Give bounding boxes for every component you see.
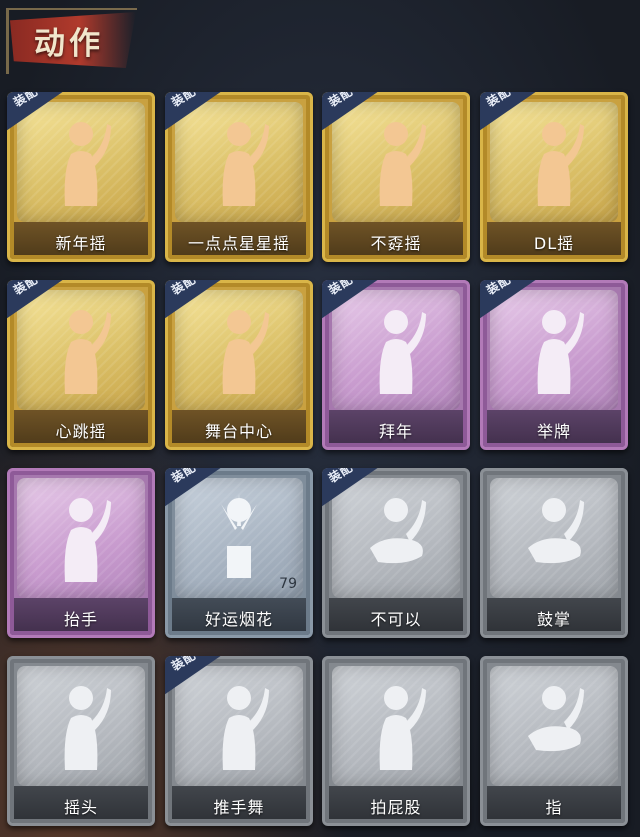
card-label-bar: 指 (480, 786, 628, 826)
emote-name: 摇头 (63, 798, 98, 817)
emote-name: 鼓掌 (536, 610, 571, 629)
figure-head-shake-icon (41, 674, 121, 774)
equipped-badge: 装配 (480, 92, 537, 131)
card-label-bar: DL摇 (480, 222, 628, 262)
emote-card[interactable]: 拍屁股 (322, 656, 470, 826)
equipped-badge: 装配 (322, 280, 379, 319)
equipped-badge: 装配 (322, 468, 379, 507)
emote-card[interactable]: 装配新年摇 (7, 92, 155, 262)
card-label-bar: 举牌 (480, 410, 628, 450)
equipped-badge: 装配 (165, 92, 222, 131)
card-label-bar: 舞台中心 (165, 410, 313, 450)
emote-name: 推手舞 (213, 798, 265, 817)
figure-pat-icon (356, 674, 436, 774)
card-label-bar: 新年摇 (7, 222, 155, 262)
emote-card[interactable]: 79 装配好运烟花 (165, 468, 313, 638)
emote-name: 抬手 (63, 610, 98, 629)
emote-card[interactable]: 装配舞台中心 (165, 280, 313, 450)
emote-card[interactable]: 指 (480, 656, 628, 826)
clap-icon (514, 486, 594, 586)
card-label-bar: 一点点星星摇 (165, 222, 313, 262)
pointing-hand-icon (514, 674, 594, 774)
card-label-bar: 推手舞 (165, 786, 313, 826)
equipped-badge: 装配 (7, 280, 64, 319)
equipped-badge: 装配 (322, 92, 379, 131)
emote-card[interactable]: 装配推手舞 (165, 656, 313, 826)
card-label-bar: 抬手 (7, 598, 155, 638)
emote-card[interactable]: 装配心跳摇 (7, 280, 155, 450)
emote-name: 一点点星星摇 (187, 234, 290, 253)
card-label-bar: 好运烟花 (165, 598, 313, 638)
emote-card[interactable]: 鼓掌 (480, 468, 628, 638)
equipped-badge: 装配 (165, 656, 222, 695)
emote-name: 新年摇 (55, 234, 107, 253)
equipped-badge: 装配 (7, 92, 64, 131)
card-label-bar: 拜年 (322, 410, 470, 450)
emote-name: 好运烟花 (204, 610, 273, 629)
equipped-badge: 装配 (165, 468, 222, 507)
emote-name: 指 (545, 798, 563, 817)
emote-card[interactable]: 装配不可以 (322, 468, 470, 638)
emote-name: 举牌 (536, 422, 571, 441)
figure-lift-hand-icon (41, 486, 121, 586)
emote-name: 不孬摇 (370, 234, 422, 253)
emote-name: DL摇 (533, 234, 575, 253)
emote-card[interactable]: 装配不孬摇 (322, 92, 470, 262)
card-label-bar: 心跳摇 (7, 410, 155, 450)
emote-card[interactable]: 摇头 (7, 656, 155, 826)
card-label-bar: 不孬摇 (322, 222, 470, 262)
emote-card[interactable]: 装配 DL摇 (480, 92, 628, 262)
emote-card[interactable]: 装配举牌 (480, 280, 628, 450)
equipped-badge: 装配 (480, 280, 537, 319)
equipped-badge: 装配 (165, 280, 222, 319)
emote-name: 拜年 (378, 422, 413, 441)
card-label-bar: 鼓掌 (480, 598, 628, 638)
card-label-bar: 拍屁股 (322, 786, 470, 826)
card-label-bar: 不可以 (322, 598, 470, 638)
emote-card[interactable]: 抬手 (7, 468, 155, 638)
item-count: 79 (279, 576, 297, 592)
header: 动作 (0, 0, 640, 80)
emote-name: 心跳摇 (55, 422, 107, 441)
card-label-bar: 摇头 (7, 786, 155, 826)
emote-name: 拍屁股 (370, 798, 422, 817)
emote-card[interactable]: 装配一点点星星摇 (165, 92, 313, 262)
emote-card[interactable]: 装配拜年 (322, 280, 470, 450)
page-title: 动作 (34, 26, 104, 62)
emote-name: 不可以 (370, 610, 422, 629)
emote-name: 舞台中心 (204, 422, 273, 441)
